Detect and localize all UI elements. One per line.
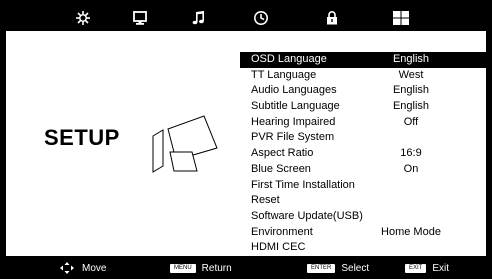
return-label: Return	[201, 262, 232, 274]
move-label: Move	[82, 262, 107, 274]
return-hint: MENU Return	[170, 262, 232, 274]
menu-item[interactable]: First Time Installation	[240, 178, 486, 194]
menu-item[interactable]: OSD Language English	[240, 52, 486, 68]
navigation-arrows-icon	[60, 262, 74, 274]
menu-item-label: Reset	[251, 194, 280, 207]
menu-item-label: Blue Screen	[251, 162, 311, 175]
lock-icon	[327, 11, 337, 25]
osd-screen: SETUP OSD Language English TT Language West…	[6, 5, 486, 256]
menu-item[interactable]: HDMI CEC	[240, 240, 486, 256]
menu-item-label: PVR File System	[251, 131, 335, 144]
menu-item-value: Off	[403, 115, 419, 128]
menu-item-value: West	[398, 68, 424, 81]
select-hint: ENTER Select	[307, 262, 369, 274]
move-hint: Move	[60, 262, 106, 274]
tab-lock[interactable]	[322, 8, 342, 28]
menu-item[interactable]: Aspect Ratio 16:9	[240, 146, 486, 162]
menu-item-label: TT Language	[251, 68, 317, 81]
setup-menu: OSD Language English TT Language West Audio …	[240, 52, 486, 256]
exit-key[interactable]: EXIT	[405, 263, 427, 273]
menu-item-value: 16:9	[400, 147, 422, 160]
menu-item[interactable]: Hearing Impaired Off	[240, 115, 486, 131]
menu-item[interactable]: Blue Screen On	[240, 162, 486, 178]
footer-hint-bar: Move MENU Return ENTER Select EXIT Exit	[0, 256, 492, 279]
menu-key[interactable]: MENU	[170, 263, 196, 273]
menu-item-value: English	[392, 84, 430, 97]
tab-setup[interactable]	[391, 8, 411, 28]
tab-time[interactable]	[251, 8, 271, 28]
menu-item-label: Audio Languages	[251, 84, 337, 97]
tab-picture[interactable]	[73, 8, 93, 28]
menu-item-value: Home Mode	[381, 225, 441, 238]
menu-item-label: OSD Language	[251, 53, 327, 65]
menu-item-label: Subtitle Language	[251, 100, 340, 113]
music-note-icon	[192, 11, 204, 25]
setup-grid-icon	[393, 11, 409, 25]
menu-item-value: English	[392, 53, 430, 65]
tab-sound[interactable]	[188, 8, 208, 28]
menu-item-label: First Time Installation	[251, 178, 355, 191]
menu-item-value: English	[392, 100, 430, 113]
clock-icon	[254, 11, 268, 25]
picture-settings-icon	[76, 11, 90, 25]
page-title: SETUP	[44, 125, 120, 150]
exit-hint: EXIT Exit	[405, 262, 449, 274]
top-tab-bar	[6, 5, 486, 31]
menu-item[interactable]: TT Language West	[240, 68, 486, 84]
menu-item[interactable]: PVR File System	[240, 130, 486, 146]
setup-illustration-icon	[152, 115, 218, 173]
menu-item[interactable]: Reset	[240, 193, 486, 209]
menu-item-label: Software Update(USB)	[251, 209, 363, 222]
menu-item-value: On	[403, 162, 419, 175]
menu-item[interactable]: Subtitle Language English	[240, 99, 486, 115]
menu-item-label: Hearing Impaired	[251, 115, 336, 128]
monitor-icon	[133, 11, 147, 25]
tab-display[interactable]	[130, 8, 150, 28]
menu-item[interactable]: Software Update(USB)	[240, 209, 486, 225]
select-label: Select	[341, 262, 370, 274]
menu-item[interactable]: Audio Languages English	[240, 83, 486, 99]
enter-key[interactable]: ENTER	[307, 263, 336, 273]
menu-item-label: HDMI CEC	[251, 241, 306, 254]
menu-item[interactable]: Environment Home Mode	[240, 225, 486, 241]
menu-item-label: Aspect Ratio	[251, 147, 314, 160]
menu-item-label: Environment	[251, 225, 313, 238]
exit-label: Exit	[432, 262, 450, 274]
